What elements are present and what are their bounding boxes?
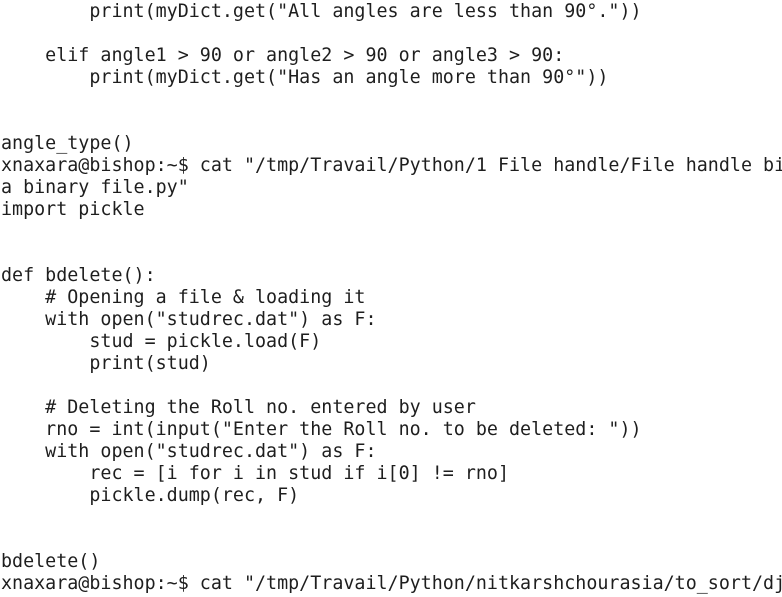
terminal-line: # Deleting the Roll no. entered by user: [1, 397, 476, 418]
terminal-line: with open("studrec.dat") as F:: [1, 309, 377, 330]
terminal-line: angle_type(): [1, 133, 134, 154]
terminal-line: # Opening a file & loading it: [1, 287, 366, 308]
terminal-line: stud = pickle.load(F): [1, 331, 322, 352]
terminal-line: rno = int(input("Enter the Roll no. to b…: [1, 419, 642, 440]
terminal-window[interactable]: print(myDict.get("All angles are less th…: [0, 0, 782, 597]
terminal-line: bdelete(): [1, 551, 101, 572]
terminal-line: def bdelete():: [1, 265, 156, 286]
terminal-line: print(stud): [1, 353, 211, 374]
terminal-prompt-line: xnaxara@bishop:~$ cat "/tmp/Travail/Pyth…: [1, 155, 782, 176]
terminal-line: import pickle: [1, 199, 145, 220]
terminal-line: print(myDict.get("Has an angle more than…: [1, 67, 609, 88]
terminal-line: a binary file.py": [1, 177, 189, 198]
terminal-line: rec = [i for i in stud if i[0] != rno]: [1, 463, 510, 484]
terminal-prompt-line: xnaxara@bishop:~$ cat "/tmp/Travail/Pyth…: [1, 573, 782, 594]
terminal-line: with open("studrec.dat") as F:: [1, 441, 377, 462]
terminal-line: elif angle1 > 90 or angle2 > 90 or angle…: [1, 45, 565, 66]
terminal-output: print(myDict.get("All angles are less th…: [1, 1, 782, 595]
terminal-line: pickle.dump(rec, F): [1, 485, 300, 506]
terminal-line: print(myDict.get("All angles are less th…: [1, 1, 642, 22]
